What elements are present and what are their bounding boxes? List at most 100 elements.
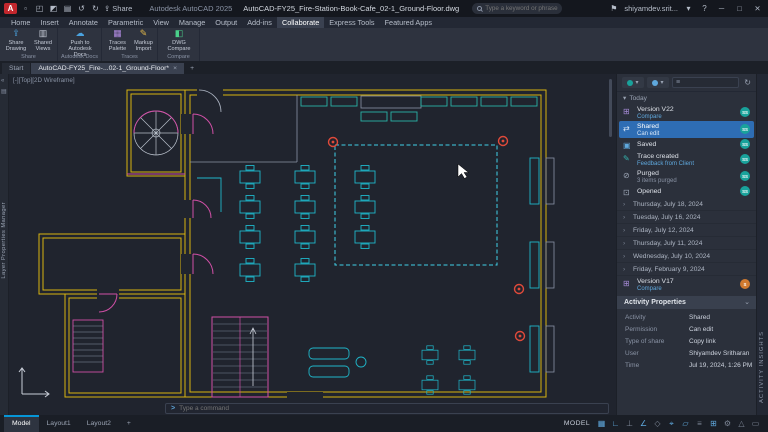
undo-icon[interactable]: ↺ — [76, 3, 87, 14]
activity-item-version-v17[interactable]: ⊞ Version V17 Compare S — [619, 276, 754, 293]
palette-title: Layer Properties Manager — [1, 202, 7, 279]
activity-item-trace-created[interactable]: ✎ Trace created Feedback from Client SS — [619, 151, 754, 168]
layout-tab-model[interactable]: Model — [4, 415, 39, 432]
minimize-button[interactable]: ─ — [715, 4, 728, 13]
dwg-compare-button[interactable]: ◧ DWG Compare — [162, 29, 196, 52]
tab-collaborate[interactable]: Collaborate — [277, 17, 324, 28]
maximize-button[interactable]: □ — [733, 4, 746, 13]
user-filter-button[interactable]: ▾ — [622, 77, 644, 88]
close-tab-icon[interactable]: × — [173, 65, 177, 72]
chevron-right-icon: › — [623, 250, 625, 263]
object-snap-tracking-icon[interactable]: ⌖ — [665, 417, 678, 430]
layout-tab-layout1[interactable]: Layout1 — [39, 415, 79, 432]
palette-collapse-icon[interactable]: « — [1, 78, 4, 84]
markup-import-icon: ✎ — [131, 29, 156, 39]
tab-parametric[interactable]: Parametric — [103, 17, 148, 28]
snap-icon[interactable]: ∟ — [609, 417, 622, 430]
tab-addins[interactable]: Add-ins — [242, 17, 277, 28]
spiral-stair — [134, 111, 178, 155]
tab-annotate[interactable]: Annotate — [64, 17, 103, 28]
date-label: Friday, July 12, 2024 — [633, 224, 694, 237]
close-button[interactable]: ✕ — [751, 4, 764, 13]
activity-item-purged[interactable]: ⊘ Purged 3 items purged SS — [619, 168, 754, 185]
date-label: Thursday, July 18, 2024 — [633, 198, 703, 211]
open-file-icon[interactable]: ◰ — [34, 3, 45, 14]
lineweight-icon[interactable]: ≡ — [693, 417, 706, 430]
activity-item-shared[interactable]: ⇄ Shared Can edit SS — [619, 121, 754, 138]
activity-filter-button[interactable]: ▾ — [647, 77, 669, 88]
date-group-row[interactable]: › Friday, July 12, 2024 — [617, 224, 756, 237]
palette-tab-icon[interactable]: ▤ — [1, 88, 7, 95]
user-caret-icon[interactable]: ▾ — [683, 3, 694, 14]
activity-item-opened[interactable]: ⊡ Opened SS — [619, 185, 754, 198]
signed-in-user[interactable]: shiyamdev.srit... — [624, 4, 678, 13]
ortho-icon[interactable]: ⊥ — [623, 417, 636, 430]
layout-tab-layout2[interactable]: Layout2 — [79, 415, 119, 432]
activity-item-version-v22[interactable]: ⊞ Version V22 Compare SS — [619, 104, 754, 121]
markup-import-button[interactable]: ✎ Markup Import — [131, 29, 156, 52]
collapse-icon[interactable]: ⌄ — [744, 296, 750, 309]
object-snap-icon[interactable]: ▱ — [679, 417, 692, 430]
traces-palette-button[interactable]: ▦ Traces Palette — [105, 29, 130, 52]
date-group-row[interactable]: › Friday, February 9, 2024 — [617, 263, 756, 276]
tables[interactable] — [240, 166, 475, 395]
tab-home[interactable]: Home — [6, 17, 35, 28]
help-icon[interactable]: ? — [699, 3, 710, 14]
command-line[interactable]: > — [165, 403, 609, 414]
save-icon[interactable]: ◩ — [48, 3, 59, 14]
compare-link[interactable]: Compare — [637, 286, 662, 292]
date-group-row[interactable]: › Thursday, July 18, 2024 — [617, 198, 756, 211]
date-group-row[interactable]: › Thursday, July 11, 2024 — [617, 237, 756, 250]
annotation-scale-icon[interactable]: △ — [735, 417, 748, 430]
share-button[interactable]: ⇪ Share — [104, 4, 132, 13]
polar-tracking-icon[interactable]: ∠ — [637, 417, 650, 430]
drawing-canvas[interactable]: [-][Top][2D Wireframe] > — [9, 74, 613, 415]
today-group-header[interactable]: ▾ Today — [617, 92, 756, 104]
viewport-controls[interactable]: [-][Top][2D Wireframe] — [13, 77, 75, 84]
isometric-drafting-icon[interactable]: ◇ — [651, 417, 664, 430]
notification-icon[interactable]: ⚑ — [608, 3, 619, 14]
file-tab-active-drawing[interactable]: AutoCAD-FY25_Fire-...02-1_Ground-Floor* … — [31, 63, 184, 74]
trace-link[interactable]: Feedback from Client — [637, 161, 694, 167]
tab-express-tools[interactable]: Express Tools — [324, 17, 379, 28]
refresh-icon[interactable]: ↻ — [744, 78, 751, 87]
property-value: Shared — [689, 312, 710, 324]
share-drawing-button[interactable]: ⇪ Share Drawing — [3, 29, 29, 52]
canvas-scrollbar[interactable] — [609, 79, 612, 137]
filter-box[interactable]: ≡ — [672, 77, 739, 88]
plot-icon[interactable]: ▤ — [62, 3, 73, 14]
autocad-logo-icon[interactable]: A — [4, 3, 17, 14]
compare-link[interactable]: Compare — [637, 114, 662, 120]
activity-insights-strip[interactable]: ACTIVITY INSIGHTS — [756, 74, 768, 415]
workspace-gear-icon[interactable]: ⚙ — [721, 417, 734, 430]
walls[interactable] — [39, 90, 546, 397]
new-layout-button[interactable]: + — [119, 415, 139, 432]
layer-properties-palette-strip[interactable]: « ▤ Layer Properties Manager — [0, 74, 9, 415]
file-tab-start[interactable]: Start — [2, 63, 30, 74]
date-group-row[interactable]: › Wednesday, July 10, 2024 — [617, 250, 756, 263]
activity-item-saved[interactable]: ▣ Saved SS — [619, 138, 754, 151]
issue-markers[interactable] — [329, 137, 525, 341]
new-file-icon[interactable]: ▫ — [20, 3, 31, 14]
search-input[interactable] — [485, 5, 573, 12]
model-space-button[interactable]: MODEL — [564, 420, 590, 427]
property-label: Activity — [625, 312, 646, 324]
redo-icon[interactable]: ↻ — [90, 3, 101, 14]
property-row: Time Jul 19, 2024, 1:26 PM — [617, 360, 756, 372]
tab-featured-apps[interactable]: Featured Apps — [380, 17, 437, 28]
tab-insert[interactable]: Insert — [35, 17, 63, 28]
command-input[interactable] — [179, 405, 603, 412]
selection-rectangle[interactable] — [335, 145, 497, 265]
tab-manage[interactable]: Manage — [174, 17, 210, 28]
dynamic-input-icon[interactable]: ⊞ — [707, 417, 720, 430]
grid-icon[interactable]: ▦ — [595, 417, 608, 430]
date-group-row[interactable]: › Tuesday, July 16, 2024 — [617, 211, 756, 224]
activity-properties-header[interactable]: Activity Properties ⌄ — [617, 296, 756, 309]
avatar: SS — [740, 186, 750, 196]
new-drawing-tab-button[interactable]: + — [185, 63, 199, 74]
search-box[interactable] — [472, 3, 562, 14]
clean-screen-icon[interactable]: ▭ — [749, 417, 762, 430]
shared-views-button[interactable]: ▥ Shared Views — [30, 29, 56, 52]
tab-output[interactable]: Output — [210, 17, 242, 28]
tab-view[interactable]: View — [148, 17, 174, 28]
